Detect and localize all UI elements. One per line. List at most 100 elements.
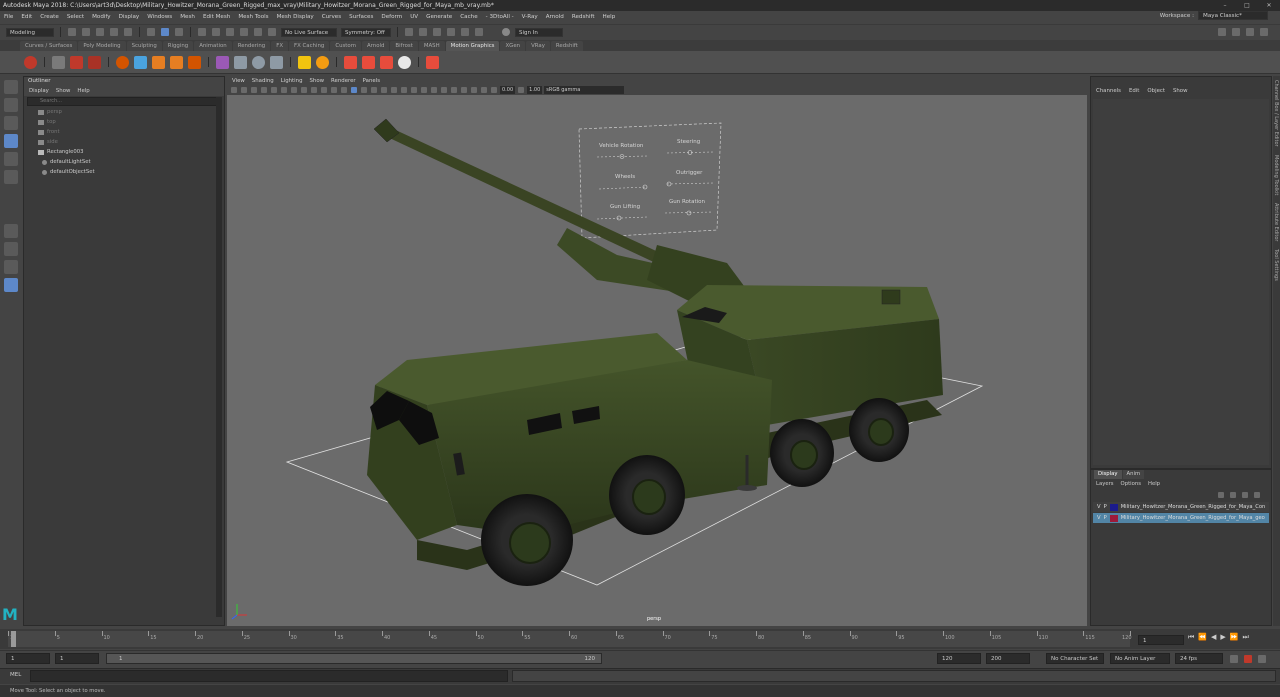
- shelf-tab-redshift[interactable]: Redshift: [550, 41, 583, 51]
- layer-color-swatch[interactable]: [1109, 514, 1118, 522]
- snap-surface-icon[interactable]: [254, 28, 262, 36]
- gamma-icon[interactable]: [518, 87, 525, 93]
- shelf-tab-curves-surfaces[interactable]: Curves / Surfaces: [20, 41, 78, 51]
- menu-select[interactable]: Select: [63, 14, 88, 20]
- box-icon[interactable]: [188, 55, 201, 69]
- two-view-icon[interactable]: [4, 260, 18, 274]
- snap-curve-icon[interactable]: [212, 28, 220, 36]
- go-to-end-icon[interactable]: ⏭: [1243, 633, 1249, 642]
- camera-attr-icon[interactable]: [241, 87, 247, 93]
- shelf-tab-vray[interactable]: VRay: [526, 41, 550, 51]
- menu-cache[interactable]: Cache: [456, 14, 481, 20]
- shelf-tab-custom[interactable]: Custom: [330, 41, 361, 51]
- current-frame-field[interactable]: 1: [1138, 635, 1184, 645]
- move-layer-down-icon[interactable]: [1230, 492, 1236, 498]
- xray-icon[interactable]: [461, 87, 467, 93]
- play-backward-icon[interactable]: ◀: [1211, 633, 1216, 642]
- new-scene-icon[interactable]: [68, 28, 76, 36]
- textured-icon[interactable]: [381, 87, 387, 93]
- single-view-icon[interactable]: [4, 224, 18, 238]
- workspace-dropdown[interactable]: Maya Classic*: [1198, 11, 1268, 20]
- render-settings-icon[interactable]: [433, 28, 441, 36]
- safe-action-icon[interactable]: [341, 87, 347, 93]
- motion-blur-icon[interactable]: [421, 87, 427, 93]
- layer-playback-toggle[interactable]: P: [1104, 515, 1107, 521]
- shelf-tab-fx-caching[interactable]: FX Caching: [289, 41, 330, 51]
- layer-menu-layers[interactable]: Layers: [1096, 481, 1114, 487]
- viewport-menu-show[interactable]: Show: [310, 78, 325, 84]
- gamma-field[interactable]: 1.00: [527, 86, 543, 94]
- add-icon[interactable]: [426, 55, 439, 69]
- render-frame-icon[interactable]: [405, 28, 413, 36]
- menu-help[interactable]: Help: [599, 14, 620, 20]
- type-tool-icon[interactable]: [70, 55, 83, 69]
- side-tab-modeling-toolkit[interactable]: Modeling Toolkit: [1273, 155, 1279, 195]
- symmetry-dropdown[interactable]: Symmetry: Off: [341, 27, 391, 37]
- save-scene-icon[interactable]: [96, 28, 104, 36]
- shelf-tab-animation[interactable]: Animation: [194, 41, 232, 51]
- outliner-layout-icon[interactable]: [4, 278, 18, 292]
- select-object-icon[interactable]: [161, 28, 169, 36]
- sphere-deform-icon[interactable]: [252, 55, 265, 69]
- outliner-item-defaultlightset[interactable]: defaultLightSet: [24, 157, 224, 167]
- select-tool-icon[interactable]: [4, 80, 18, 94]
- tab-display[interactable]: Display: [1094, 470, 1122, 479]
- rotate-deform-icon[interactable]: [270, 55, 283, 69]
- outliner-menu-help[interactable]: Help: [77, 88, 89, 94]
- slider-handle[interactable]: [686, 210, 692, 216]
- wireframe-icon[interactable]: [351, 87, 357, 93]
- exposure-field[interactable]: 0.00: [500, 86, 516, 94]
- play-forward-icon[interactable]: ▶: [1220, 633, 1225, 642]
- range-slider[interactable]: 1 120: [106, 653, 602, 664]
- curve-warp-icon[interactable]: [134, 55, 147, 69]
- character-set-dropdown[interactable]: No Character Set: [1046, 653, 1104, 664]
- layer-color-swatch[interactable]: [1109, 503, 1118, 511]
- snap-live-icon[interactable]: [268, 28, 276, 36]
- open-scene-icon[interactable]: [82, 28, 90, 36]
- command-input[interactable]: [30, 670, 508, 682]
- menu-create[interactable]: Create: [36, 14, 63, 20]
- outliner-item-defaultobjectset[interactable]: defaultObjectSet: [24, 167, 224, 177]
- four-view-icon[interactable]: [4, 242, 18, 256]
- shelf-tab-mash[interactable]: MASH: [418, 41, 445, 51]
- layer-row[interactable]: V P Military_Howitzer_Morana_Green_Rigge…: [1093, 513, 1269, 523]
- channel-menu-show[interactable]: Show: [1173, 88, 1188, 94]
- snap-point-icon[interactable]: [226, 28, 234, 36]
- field-chart-icon[interactable]: [331, 87, 337, 93]
- attribute-editor-icon[interactable]: [1232, 28, 1240, 36]
- shelf-tab-motion-graphics[interactable]: Motion Graphics: [445, 41, 500, 51]
- text-icon[interactable]: [152, 55, 165, 69]
- viewport-menu-view[interactable]: View: [232, 78, 245, 84]
- step-forward-icon[interactable]: ⏩: [1230, 633, 1239, 642]
- xray-joints-icon[interactable]: [471, 87, 477, 93]
- playback-end-field[interactable]: 120: [937, 653, 981, 664]
- bookmark-icon[interactable]: [251, 87, 257, 93]
- network-icon[interactable]: [344, 55, 357, 69]
- exposure-icon[interactable]: [491, 87, 497, 93]
- layer-visibility-toggle[interactable]: V: [1097, 504, 1101, 510]
- anti-aliasing-icon[interactable]: [431, 87, 437, 93]
- lasso-tool-icon[interactable]: [4, 98, 18, 112]
- viewport-menu-renderer[interactable]: Renderer: [331, 78, 356, 84]
- shadows-icon[interactable]: [401, 87, 407, 93]
- go-to-start-icon[interactable]: ⏮: [1188, 633, 1194, 642]
- menu-uv[interactable]: UV: [406, 14, 422, 20]
- particles-icon[interactable]: [398, 55, 411, 69]
- menu-mesh[interactable]: Mesh: [176, 14, 199, 20]
- side-tab-tool-settings[interactable]: Tool Settings: [1273, 249, 1279, 281]
- animation-start-field[interactable]: 1: [6, 653, 50, 664]
- current-time-indicator[interactable]: [11, 631, 16, 647]
- render-view-icon[interactable]: [461, 28, 469, 36]
- twist-icon[interactable]: [234, 55, 247, 69]
- layer-playback-toggle[interactable]: P: [1104, 504, 1107, 510]
- animation-end-field[interactable]: 200: [986, 653, 1030, 664]
- menu-generate[interactable]: Generate: [422, 14, 456, 20]
- outliner-list-icon[interactable]: [52, 55, 65, 69]
- paint-select-icon[interactable]: [4, 116, 18, 130]
- menu-modify[interactable]: Modify: [88, 14, 115, 20]
- paint-effects-icon[interactable]: [88, 55, 101, 69]
- svg-icon[interactable]: [170, 55, 183, 69]
- dynamics-icon[interactable]: [380, 55, 393, 69]
- menu-mesh-display[interactable]: Mesh Display: [273, 14, 318, 20]
- menu-file[interactable]: File: [0, 14, 17, 20]
